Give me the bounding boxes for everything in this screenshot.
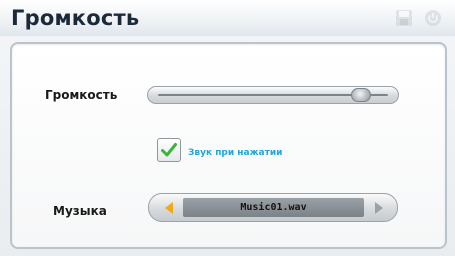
touch-sound-label[interactable]: Звук при нажатии [188, 148, 282, 158]
music-prev-button[interactable] [159, 198, 179, 217]
volume-slider-thumb[interactable] [351, 88, 371, 102]
music-selector: Music01.wav [148, 193, 398, 222]
music-value-box: Music01.wav [183, 198, 364, 217]
touch-sound-checkbox[interactable] [157, 138, 181, 162]
arrow-left-icon [165, 201, 173, 214]
volume-settings-window: Громкость Громкость Звук при нажатии Муз [0, 0, 455, 256]
music-label: Музыка [53, 204, 107, 218]
power-icon[interactable] [422, 7, 444, 29]
music-next-button[interactable] [369, 198, 389, 217]
arrow-right-icon [375, 201, 383, 214]
page-title: Громкость [11, 6, 140, 30]
music-value: Music01.wav [240, 202, 307, 213]
save-icon[interactable] [393, 7, 415, 29]
volume-slider[interactable] [147, 86, 399, 104]
volume-label: Громкость [45, 88, 118, 102]
checkmark-icon [161, 143, 177, 157]
title-bar: Громкость [0, 0, 455, 36]
